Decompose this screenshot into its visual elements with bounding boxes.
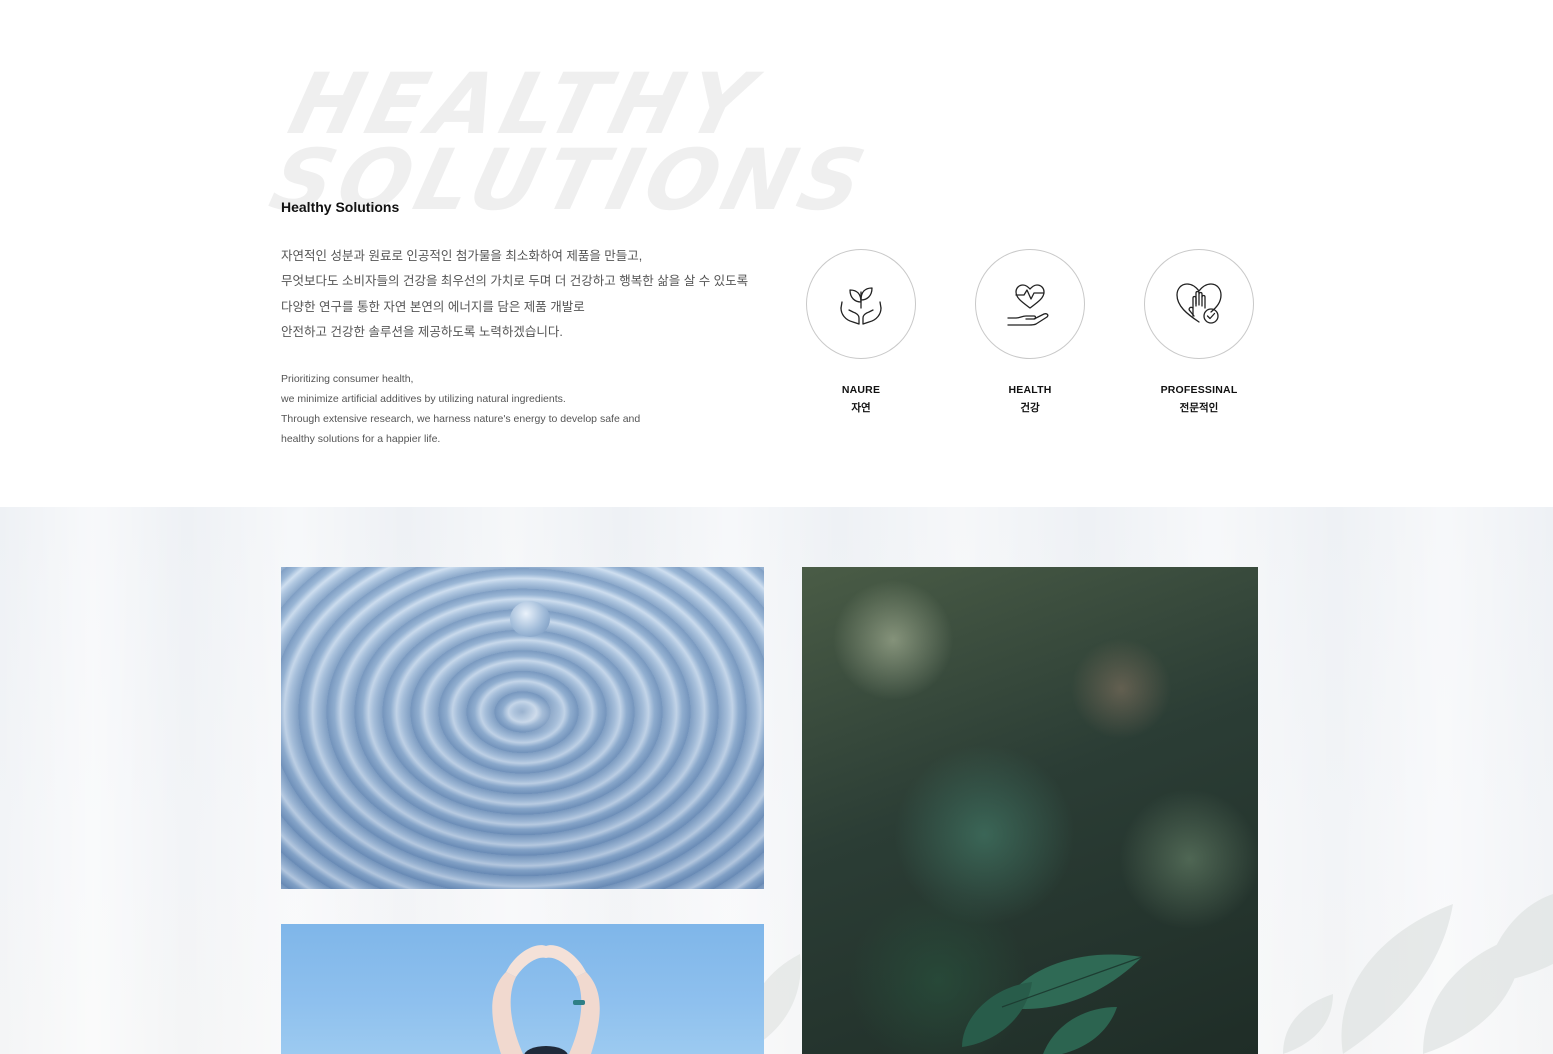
- ko-line-4: 안전하고 건강한 솔루션을 제공하도록 노력하겠습니다.: [281, 324, 563, 339]
- heart-hand-check-icon: [1176, 283, 1222, 324]
- english-description: Prioritizing consumer health, we minimiz…: [281, 369, 701, 449]
- feature-label-en: NAURE: [841, 384, 881, 396]
- en-line-1: Prioritizing consumer health,: [281, 373, 414, 385]
- feature-circle: [1144, 249, 1254, 359]
- leaf-icon: [962, 954, 1143, 1054]
- feature-professional: PROFESSINAL 전문적인: [1144, 249, 1254, 415]
- section-title: Healthy Solutions: [281, 199, 400, 215]
- en-line-4: healthy solutions for a happier life.: [281, 433, 441, 445]
- feature-label-ko: 자연: [851, 402, 871, 414]
- raised-arms-sky-photo: [281, 924, 764, 1054]
- hands-leaf-icon: [840, 287, 882, 325]
- ko-line-2: 무엇보다도 소비자들의 건강을 최우선의 가치로 두며 더 건강하고 행복한 삶…: [281, 274, 749, 289]
- water-drop-photo: [281, 567, 764, 889]
- korean-description: 자연적인 성분과 원료로 인공적인 첨가물을 최소화하여 제품을 만들고, 무엇…: [281, 244, 751, 345]
- feature-label-en: PROFESSINAL: [1160, 384, 1238, 396]
- en-line-2: we minimize artificial additives by util…: [281, 393, 566, 405]
- green-leaves-photo: [802, 567, 1258, 1054]
- feature-label-ko: 건강: [1020, 402, 1040, 414]
- feature-list: NAURE 자연 HEALTH 건강 PROFESSINAL 전문적인: [806, 249, 1256, 419]
- ko-line-1: 자연적인 성분과 원료로 인공적인 첨가물을 최소화하여 제품을 만들고,: [281, 249, 643, 263]
- feature-circle: [806, 249, 916, 359]
- leaf-decoration-icon: [1283, 894, 1553, 1054]
- page: HEALTHY SOLUTIONS Healthy Solutions 자연적인…: [0, 0, 1553, 1054]
- en-line-3: Through extensive research, we harness n…: [281, 413, 641, 425]
- feature-circle: [975, 249, 1085, 359]
- photo-gallery-section: [0, 507, 1553, 1054]
- feature-nature: NAURE 자연: [806, 249, 916, 415]
- feature-label-ko: 전문적인: [1179, 402, 1219, 414]
- hand-heart-pulse-icon: [1007, 284, 1049, 326]
- raised-arms-icon: [492, 945, 600, 1054]
- ko-line-3: 다양한 연구를 통한 자연 본연의 에너지를 담은 제품 개발로: [281, 299, 585, 314]
- healthy-solutions-section: HEALTHY SOLUTIONS Healthy Solutions 자연적인…: [0, 0, 1553, 507]
- water-drop: [510, 601, 550, 637]
- feature-health: HEALTH 건강: [975, 249, 1085, 415]
- feature-label-en: HEALTH: [1008, 384, 1052, 396]
- healthy-solutions-watermark: HEALTHY SOLUTIONS: [261, 55, 880, 229]
